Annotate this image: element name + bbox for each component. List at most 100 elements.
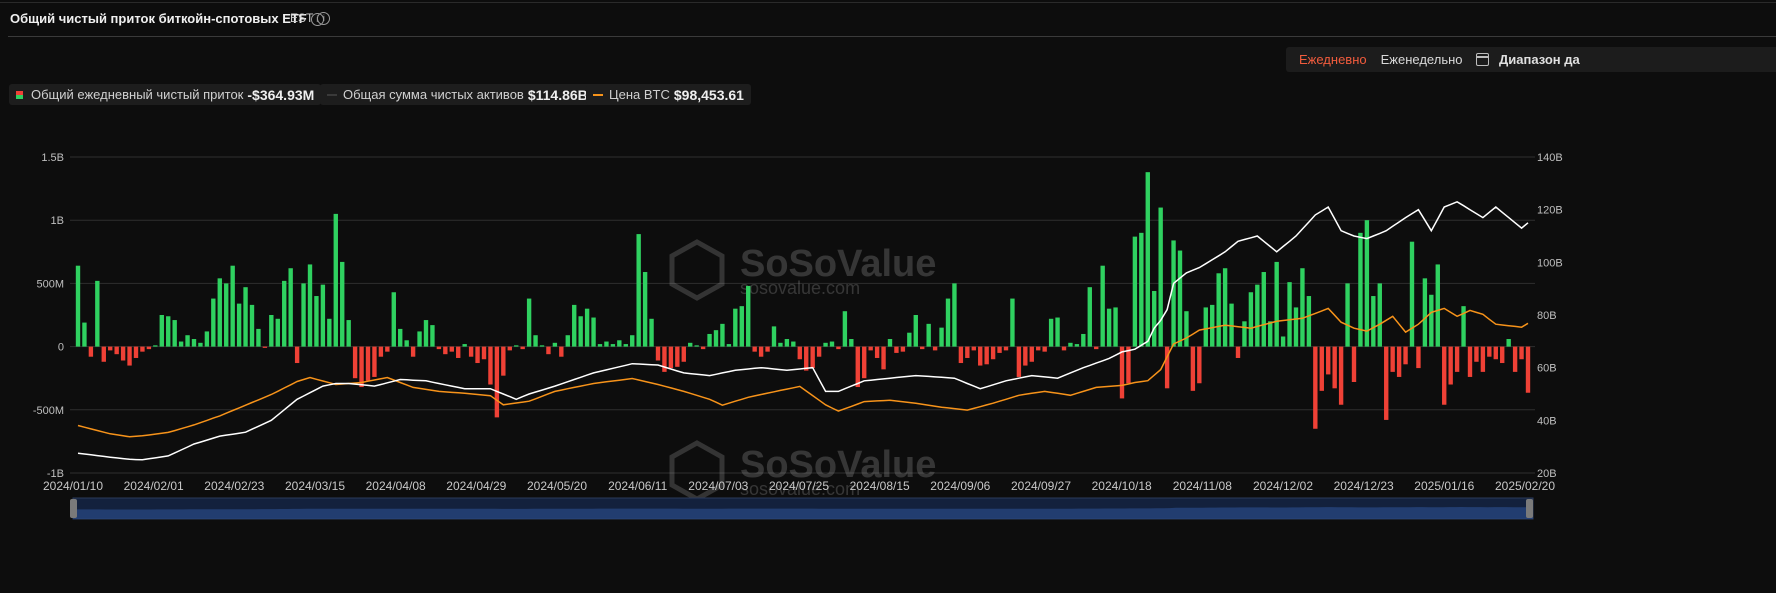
- flow-bar[interactable]: [1023, 346, 1028, 366]
- flow-bar[interactable]: [1139, 232, 1144, 347]
- flow-bar[interactable]: [1416, 346, 1421, 369]
- flow-bar[interactable]: [443, 346, 448, 355]
- flow-bar[interactable]: [146, 346, 152, 350]
- flow-bar[interactable]: [700, 346, 706, 350]
- flow-bar[interactable]: [681, 346, 686, 362]
- flow-bar[interactable]: [1371, 296, 1376, 347]
- flow-bar[interactable]: [1171, 240, 1176, 347]
- flow-bar[interactable]: [320, 284, 326, 347]
- flow-bar[interactable]: [1036, 346, 1041, 351]
- flow-bar[interactable]: [166, 316, 171, 347]
- flow-bar[interactable]: [224, 283, 229, 347]
- flow-bar[interactable]: [327, 318, 332, 347]
- flow-bar[interactable]: [1042, 346, 1047, 352]
- flow-bar[interactable]: [604, 341, 609, 347]
- flow-bar[interactable]: [1435, 264, 1440, 347]
- flow-bar[interactable]: [778, 342, 783, 347]
- flow-bar[interactable]: [1203, 307, 1208, 347]
- flow-bar[interactable]: [597, 344, 603, 347]
- flow-bar[interactable]: [913, 315, 918, 347]
- flow-bar[interactable]: [198, 342, 203, 347]
- flow-bar[interactable]: [1184, 311, 1189, 347]
- flow-bar[interactable]: [1222, 268, 1228, 347]
- flow-bar[interactable]: [1326, 346, 1331, 375]
- flow-bar[interactable]: [1132, 236, 1138, 347]
- flow-bar[interactable]: [990, 346, 996, 360]
- flow-bar[interactable]: [217, 278, 222, 347]
- flow-bar[interactable]: [378, 346, 384, 357]
- flow-bar[interactable]: [1216, 273, 1221, 347]
- flow-bar[interactable]: [1145, 172, 1150, 347]
- date-range-button[interactable]: Диапазон да: [1462, 47, 1776, 72]
- flow-bar[interactable]: [1010, 298, 1015, 347]
- flow-bar[interactable]: [475, 346, 480, 364]
- flow-bar[interactable]: [140, 346, 145, 352]
- flow-bar[interactable]: [1081, 333, 1086, 347]
- flow-bar[interactable]: [1048, 318, 1054, 347]
- flow-bar[interactable]: [1306, 296, 1312, 347]
- flow-bar[interactable]: [249, 304, 255, 347]
- flow-bar[interactable]: [559, 346, 564, 357]
- flow-bar[interactable]: [668, 346, 674, 369]
- flow-bar[interactable]: [836, 346, 841, 350]
- flow-bar[interactable]: [978, 346, 983, 366]
- flow-bar[interactable]: [546, 346, 551, 355]
- flow-bar[interactable]: [842, 311, 848, 347]
- flow-bar[interactable]: [178, 341, 184, 347]
- flow-bar[interactable]: [610, 344, 616, 347]
- flow-bar[interactable]: [307, 264, 313, 347]
- flow-bar[interactable]: [365, 346, 371, 381]
- flow-bar[interactable]: [1500, 346, 1505, 364]
- navigator-handle-icon[interactable]: [1526, 499, 1533, 518]
- flow-bar[interactable]: [101, 346, 106, 362]
- flow-bar[interactable]: [133, 346, 139, 358]
- flow-bar[interactable]: [372, 346, 377, 377]
- flow-bar[interactable]: [1487, 346, 1492, 357]
- flow-bar[interactable]: [791, 341, 796, 347]
- flow-bar[interactable]: [282, 280, 287, 347]
- flow-bar[interactable]: [1493, 346, 1498, 360]
- flow-bar[interactable]: [810, 346, 815, 369]
- flow-bar[interactable]: [159, 315, 164, 347]
- flow-bar[interactable]: [849, 339, 854, 347]
- flow-bar[interactable]: [520, 346, 525, 350]
- flow-bar[interactable]: [997, 346, 1002, 353]
- flow-bar[interactable]: [230, 265, 235, 347]
- flow-bar[interactable]: [1519, 346, 1524, 360]
- flow-bar[interactable]: [688, 342, 693, 347]
- timezone-info-icon[interactable]: i: [317, 12, 331, 25]
- flow-bar[interactable]: [236, 303, 242, 347]
- flow-bar[interactable]: [1268, 321, 1273, 347]
- flow-bar[interactable]: [352, 346, 358, 379]
- flow-bar[interactable]: [739, 306, 744, 347]
- flow-bar[interactable]: [733, 308, 738, 347]
- flow-bar[interactable]: [488, 346, 493, 385]
- flow-bar[interactable]: [720, 323, 725, 347]
- flow-bar[interactable]: [1442, 346, 1447, 405]
- flow-bar[interactable]: [436, 346, 442, 350]
- flow-bar[interactable]: [926, 323, 931, 347]
- flow-bar[interactable]: [449, 346, 454, 352]
- flow-bar[interactable]: [211, 298, 216, 347]
- flow-bar[interactable]: [797, 346, 802, 360]
- flow-bar[interactable]: [939, 327, 944, 347]
- flow-bar[interactable]: [1300, 268, 1305, 347]
- flow-bar[interactable]: [1396, 346, 1402, 377]
- flow-bar[interactable]: [1152, 290, 1157, 347]
- flow-bar[interactable]: [95, 280, 100, 347]
- flow-bar[interactable]: [314, 296, 319, 347]
- flow-bar[interactable]: [404, 340, 409, 347]
- flow-bar[interactable]: [920, 346, 925, 350]
- flow-bar[interactable]: [874, 346, 880, 358]
- flow-bar[interactable]: [256, 328, 261, 347]
- flow-bar[interactable]: [1313, 346, 1318, 429]
- flow-bar[interactable]: [630, 335, 635, 347]
- flow-bar[interactable]: [887, 339, 893, 347]
- flow-bar[interactable]: [565, 335, 570, 347]
- flow-bar[interactable]: [1242, 321, 1247, 347]
- flow-bar[interactable]: [1287, 282, 1292, 347]
- flow-bar[interactable]: [120, 346, 126, 361]
- flow-bar[interactable]: [153, 345, 158, 347]
- flow-bar[interactable]: [75, 265, 81, 347]
- flow-bar[interactable]: [1094, 346, 1099, 350]
